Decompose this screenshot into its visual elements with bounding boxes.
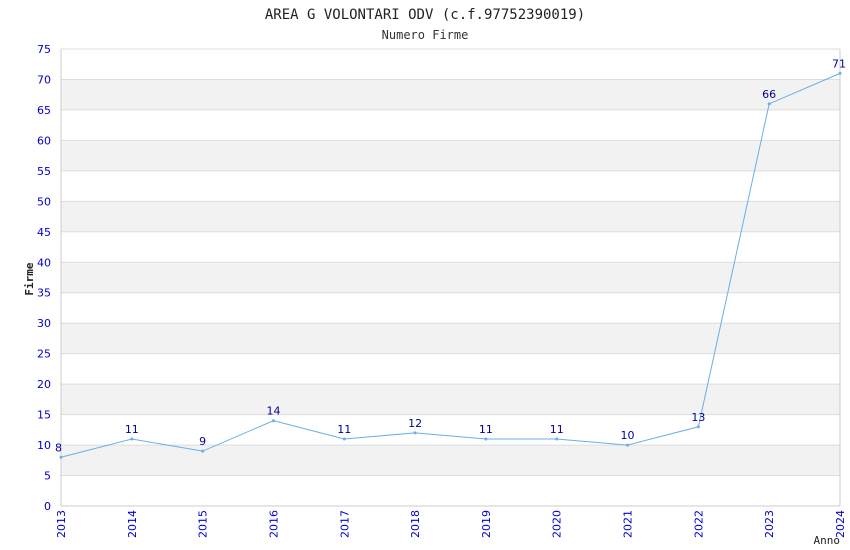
data-point <box>342 437 346 441</box>
x-tick-label: 2014 <box>126 510 139 538</box>
y-tick-label: 0 <box>44 500 51 513</box>
line-chart: 051015202530354045505560657075 2013 2014 2… <box>23 7 847 547</box>
y-tick-label: 65 <box>37 104 51 117</box>
x-tick-label: 2022 <box>692 510 705 538</box>
y-tick-label: 45 <box>37 226 51 239</box>
chart-subtitle: Numero Firme <box>382 28 469 42</box>
data-label: 9 <box>199 435 206 448</box>
data-label: 10 <box>621 429 635 442</box>
data-point <box>201 449 205 453</box>
data-point <box>767 102 771 106</box>
y-tick-label: 50 <box>37 195 51 208</box>
data-label: 11 <box>479 423 493 436</box>
data-label: 71 <box>832 57 846 70</box>
x-tick-label: 2015 <box>197 510 210 538</box>
data-label: 8 <box>55 441 62 454</box>
data-label: 12 <box>408 417 422 430</box>
data-label: 11 <box>550 423 564 436</box>
y-tick-label: 5 <box>44 470 51 483</box>
data-point <box>626 443 630 447</box>
data-point <box>130 437 134 441</box>
x-tick-label: 2017 <box>338 510 351 538</box>
band <box>61 323 840 354</box>
y-tick-label: 35 <box>37 287 51 300</box>
x-tick-label: 2016 <box>267 510 280 538</box>
y-tick-label: 60 <box>37 134 51 147</box>
data-point <box>838 71 842 75</box>
y-tick-label: 10 <box>37 439 51 452</box>
x-tick-label: 2018 <box>409 510 422 538</box>
data-point <box>413 431 417 435</box>
x-tick-label: 2019 <box>480 510 493 538</box>
x-axis-label: Anno <box>814 534 841 547</box>
data-point <box>555 437 559 441</box>
y-tick-label: 40 <box>37 256 51 269</box>
data-label: 14 <box>266 405 280 418</box>
data-label: 13 <box>691 411 705 424</box>
band <box>61 140 840 171</box>
x-tick-label: 2021 <box>622 510 635 538</box>
x-tick-label: 2023 <box>763 510 776 538</box>
band <box>61 445 840 476</box>
band <box>61 384 840 415</box>
data-label: 11 <box>337 423 351 436</box>
data-label: 11 <box>125 423 139 436</box>
y-tick-label: 15 <box>37 409 51 422</box>
y-tick-label: 30 <box>37 317 51 330</box>
x-axis-ticks: 2013 2014 2015 2016 2017 2018 2019 2020 2021 2022… <box>55 510 847 538</box>
data-point <box>271 419 275 423</box>
band <box>61 79 840 110</box>
x-tick-label: 2013 <box>55 510 68 538</box>
band <box>61 201 840 232</box>
y-tick-label: 70 <box>37 73 51 86</box>
y-tick-label: 75 <box>37 43 51 56</box>
background-bands <box>61 79 840 476</box>
data-point <box>696 425 700 429</box>
band <box>61 262 840 293</box>
y-tick-label: 20 <box>37 378 51 391</box>
x-tick-label: 2020 <box>551 510 564 538</box>
y-tick-label: 55 <box>37 165 51 178</box>
y-axis-label: Firme <box>23 262 36 295</box>
data-point <box>59 455 63 459</box>
data-label: 66 <box>762 88 776 101</box>
chart-title: AREA G VOLONTARI ODV (c.f.97752390019) <box>265 7 585 23</box>
y-tick-label: 25 <box>37 348 51 361</box>
y-axis-ticks: 0 5 10 15 20 25 30 35 40 45 50 55 60 65 70 75 <box>37 43 51 513</box>
data-point <box>484 437 488 441</box>
